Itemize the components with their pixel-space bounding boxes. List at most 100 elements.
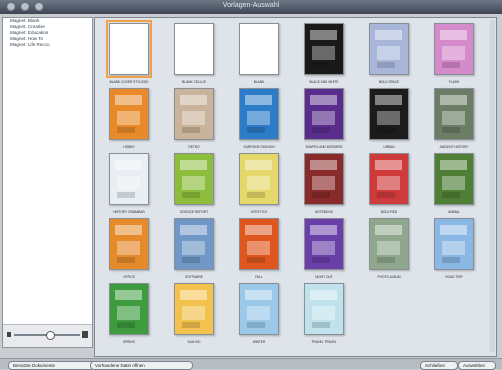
- template-item[interactable]: Sun Kid: [164, 283, 224, 344]
- template-preview[interactable]: [434, 88, 474, 140]
- template-item[interactable]: Hobby: [99, 88, 159, 149]
- template-item[interactable]: History Grammar: [99, 153, 159, 214]
- template-item[interactable]: Office: [99, 218, 159, 279]
- preview-block: [117, 241, 140, 255]
- recent-documents-popup[interactable]: Benutzte Dokumente: [8, 361, 94, 370]
- zoom-slider[interactable]: [14, 331, 80, 340]
- preview-block: [442, 192, 460, 198]
- preview-block: [440, 160, 467, 170]
- preview-block: [247, 257, 265, 263]
- template-preview[interactable]: [434, 218, 474, 270]
- preview-block: [180, 160, 207, 170]
- template-label: Photo Album: [377, 275, 401, 279]
- preview-block: [245, 225, 272, 235]
- preview-block: [247, 322, 265, 328]
- template-item[interactable]: Surfside Fashion: [229, 88, 289, 149]
- category-list: Magnet: Blank Magnet: Creative Magnet: E…: [3, 18, 92, 325]
- template-preview[interactable]: [109, 88, 149, 140]
- template-preview[interactable]: [239, 283, 279, 335]
- template-item[interactable]: Photo Album: [359, 218, 419, 279]
- preview-block: [182, 127, 200, 133]
- template-preview[interactable]: [239, 218, 279, 270]
- template-preview[interactable]: [109, 218, 149, 270]
- template-preview[interactable]: [434, 153, 474, 205]
- preview-block: [312, 192, 330, 198]
- template-preview[interactable]: [239, 88, 279, 140]
- close-button[interactable]: Schließen: [420, 361, 458, 370]
- preview-block: [182, 322, 200, 328]
- template-item[interactable]: Ancient History: [424, 88, 484, 149]
- template-label: Night Out: [315, 275, 333, 279]
- template-item[interactable]: Bold Red: [359, 153, 419, 214]
- template-item[interactable]: Lifestyle: [229, 153, 289, 214]
- template-item[interactable]: Blank: [229, 23, 289, 84]
- choose-button[interactable]: Auswählen: [458, 361, 496, 370]
- template-preview[interactable]: [304, 23, 344, 75]
- template-preview[interactable]: [434, 23, 474, 75]
- preview-block: [312, 322, 330, 328]
- template-item[interactable]: Spring: [99, 283, 159, 344]
- preview-block: [310, 225, 337, 235]
- template-item[interactable]: Urban: [359, 88, 419, 149]
- preview-block: [312, 62, 330, 68]
- template-preview[interactable]: [174, 88, 214, 140]
- template-item[interactable]: Science Report: [164, 153, 224, 214]
- template-preview[interactable]: [174, 153, 214, 205]
- template-item[interactable]: Flash: [424, 23, 484, 84]
- template-preview[interactable]: [239, 23, 279, 75]
- template-item[interactable]: Winter: [229, 283, 289, 344]
- template-preview[interactable]: [106, 20, 152, 78]
- preview-block: [247, 241, 270, 255]
- template-preview[interactable]: [304, 283, 344, 335]
- template-item[interactable]: Road Trip: [424, 218, 484, 279]
- template-preview[interactable]: [369, 153, 409, 205]
- template-item[interactable]: Black and White: [294, 23, 354, 84]
- template-item[interactable]: Fall: [229, 218, 289, 279]
- template-preview[interactable]: [369, 218, 409, 270]
- template-preview[interactable]: [174, 218, 214, 270]
- template-item[interactable]: Blank Cellus: [164, 23, 224, 84]
- template-preview[interactable]: [304, 153, 344, 205]
- preview-block: [117, 306, 140, 320]
- template-item[interactable]: Notebook: [294, 153, 354, 214]
- preview-block: [312, 127, 330, 133]
- preview-block: [245, 160, 272, 170]
- template-label: Software: [185, 275, 203, 279]
- sidebar-item-life-recco[interactable]: Magnet: Life Recco: [3, 42, 92, 48]
- template-item[interactable]: Shapes and Borders: [294, 88, 354, 149]
- template-preview[interactable]: [369, 23, 409, 75]
- template-preview[interactable]: [304, 218, 344, 270]
- template-label: Blank Cover Stylized: [109, 80, 149, 84]
- template-label: Black and White: [309, 80, 339, 84]
- template-label: Surfside Fashion: [243, 145, 275, 149]
- preview-block: [247, 176, 270, 190]
- open-existing-file-button[interactable]: Vorhandene Datei öffnen: [90, 361, 193, 370]
- template-preview[interactable]: [304, 88, 344, 140]
- zoom-slider-knob[interactable]: [46, 331, 56, 340]
- template-preview[interactable]: [174, 283, 214, 335]
- template-preview[interactable]: [174, 23, 214, 75]
- template-label: Sun Kid: [187, 340, 201, 344]
- template-item[interactable]: Animal: [424, 153, 484, 214]
- preview-block: [377, 192, 395, 198]
- template-item[interactable]: Retro: [164, 88, 224, 149]
- preview-block: [117, 322, 135, 328]
- template-item[interactable]: Night Out: [294, 218, 354, 279]
- preview-block: [442, 111, 465, 125]
- template-item[interactable]: Travel Travel: [294, 283, 354, 344]
- template-item[interactable]: Software: [164, 218, 224, 279]
- template-label: Ancient History: [439, 145, 469, 149]
- template-label: Road Trip: [445, 275, 463, 279]
- template-item[interactable]: Blank Cover Stylized: [99, 20, 159, 84]
- preview-block: [310, 30, 337, 40]
- template-preview[interactable]: [369, 88, 409, 140]
- template-preview[interactable]: [109, 153, 149, 205]
- gallery-scrollbar[interactable]: [490, 20, 495, 352]
- preview-block: [442, 127, 460, 133]
- preview-block: [312, 176, 335, 190]
- template-item[interactable]: Bold Space: [359, 23, 419, 84]
- template-preview[interactable]: [109, 283, 149, 335]
- preview-block: [375, 160, 402, 170]
- preview-block: [247, 111, 270, 125]
- template-preview[interactable]: [239, 153, 279, 205]
